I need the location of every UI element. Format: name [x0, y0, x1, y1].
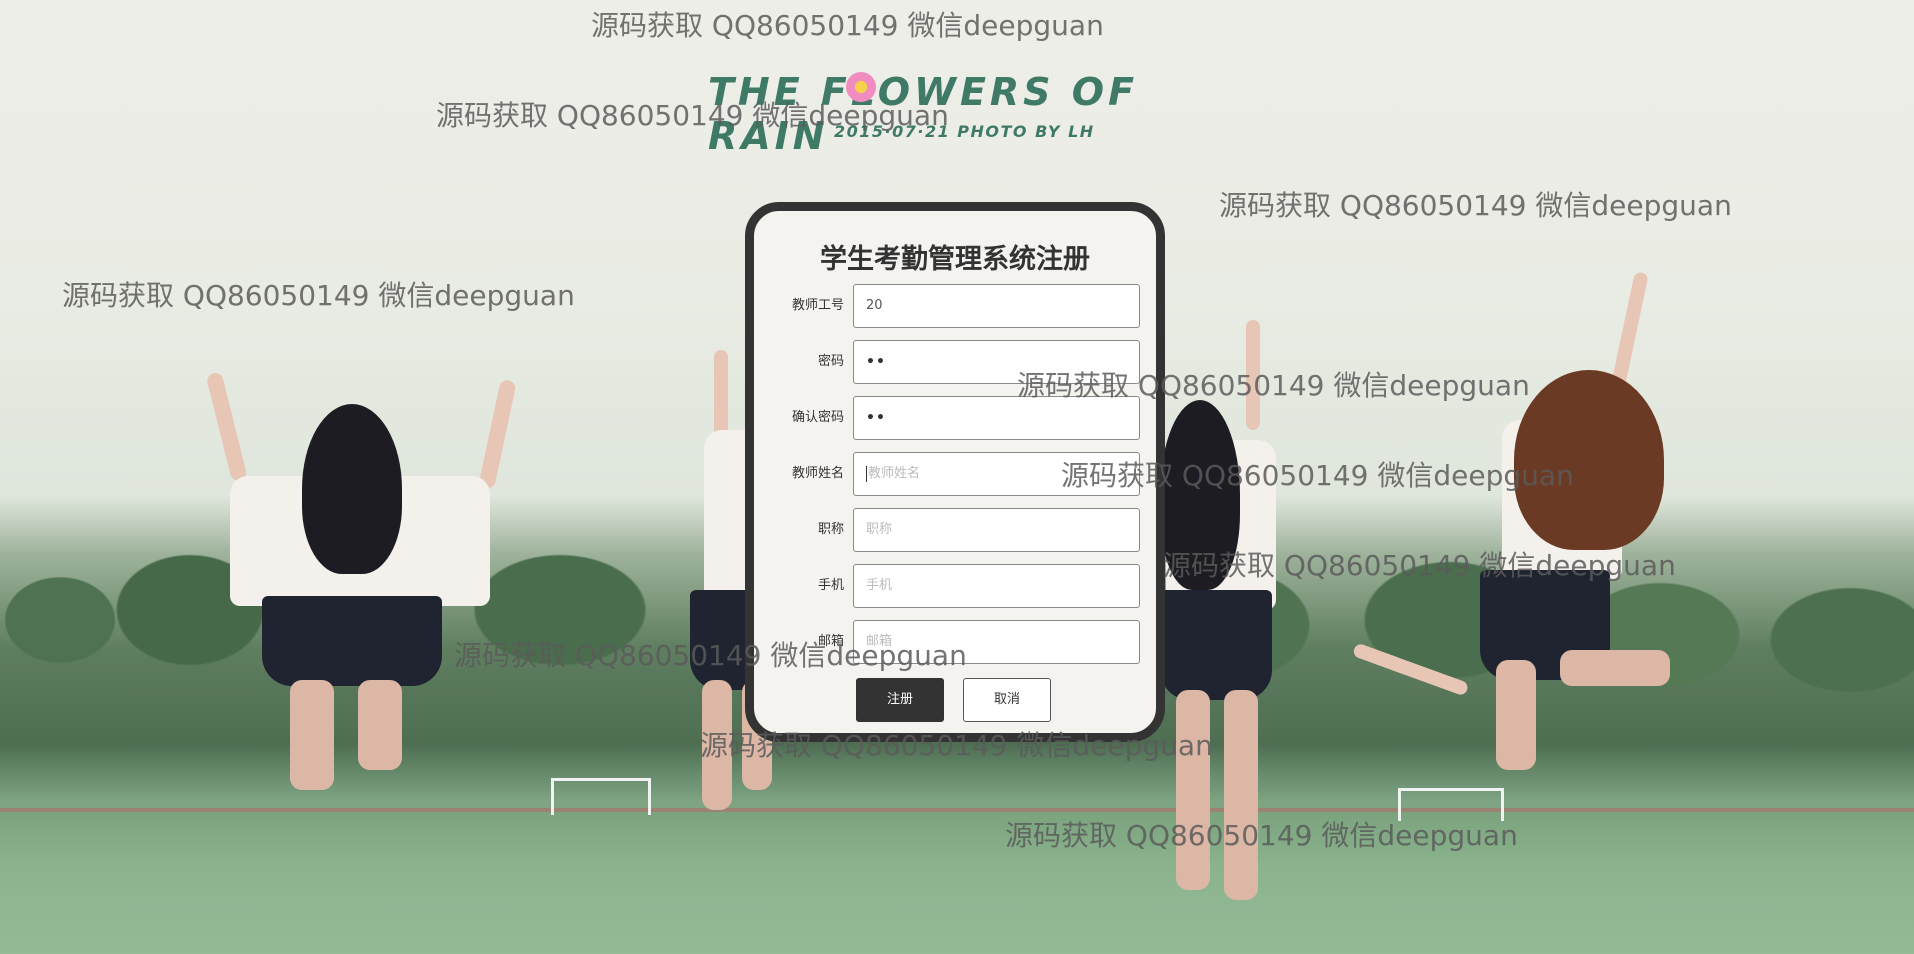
jumping-girl-4	[1351, 270, 1670, 790]
form-row-confirm-password: 确认密码 ••	[754, 396, 1154, 440]
teacher-id-input[interactable]: 20	[853, 284, 1140, 328]
grass-field	[0, 812, 1914, 954]
jumping-girl-3	[1160, 320, 1280, 920]
soccer-goal	[551, 778, 651, 815]
form-row-teacher-id: 教师工号 20	[754, 284, 1154, 328]
teacher-id-label: 教师工号	[791, 298, 844, 313]
email-input[interactable]: 邮箱	[853, 620, 1140, 664]
form-row-phone: 手机 手机	[754, 564, 1154, 608]
form-title: 学生考勤管理系统注册	[820, 244, 1090, 275]
cancel-button[interactable]: 取消	[963, 678, 1051, 722]
teacher-name-label: 教师姓名	[791, 466, 844, 481]
title-label: 职称	[817, 522, 844, 537]
text-caret	[866, 465, 867, 482]
title-input[interactable]: 职称	[853, 508, 1140, 552]
logo-subtitle: 2015·07·21 PHOTO BY LH	[834, 122, 1095, 141]
teacher-name-placeholder: 教师姓名	[868, 466, 921, 481]
form-row-password: 密码 ••	[754, 340, 1154, 384]
confirm-password-label: 确认密码	[791, 410, 844, 425]
soccer-goal	[1398, 788, 1504, 821]
register-panel: 学生考勤管理系统注册 教师工号 20 密码 •• 确认密码 •• 教师姓名 教师…	[745, 202, 1165, 742]
flower-icon	[846, 72, 876, 102]
email-label: 邮箱	[817, 634, 844, 649]
jumping-girl-1	[205, 371, 517, 800]
password-label: 密码	[817, 354, 844, 369]
confirm-password-input[interactable]: ••	[853, 396, 1140, 440]
logo-title: THE FLOWERS OF RAIN	[708, 70, 1139, 158]
form-row-teacher-name: 教师姓名 教师姓名	[754, 452, 1154, 496]
phone-label: 手机	[817, 578, 844, 593]
site-logo: THE FLOWERS OF RAIN 2015·07·21 PHOTO BY …	[708, 70, 1198, 158]
form-row-email: 邮箱 邮箱	[754, 620, 1154, 664]
register-button[interactable]: 注册	[856, 678, 944, 722]
phone-input[interactable]: 手机	[853, 564, 1140, 608]
teacher-name-input[interactable]: 教师姓名	[853, 452, 1140, 496]
password-input[interactable]: ••	[853, 340, 1140, 384]
form-row-title: 职称 职称	[754, 508, 1154, 552]
